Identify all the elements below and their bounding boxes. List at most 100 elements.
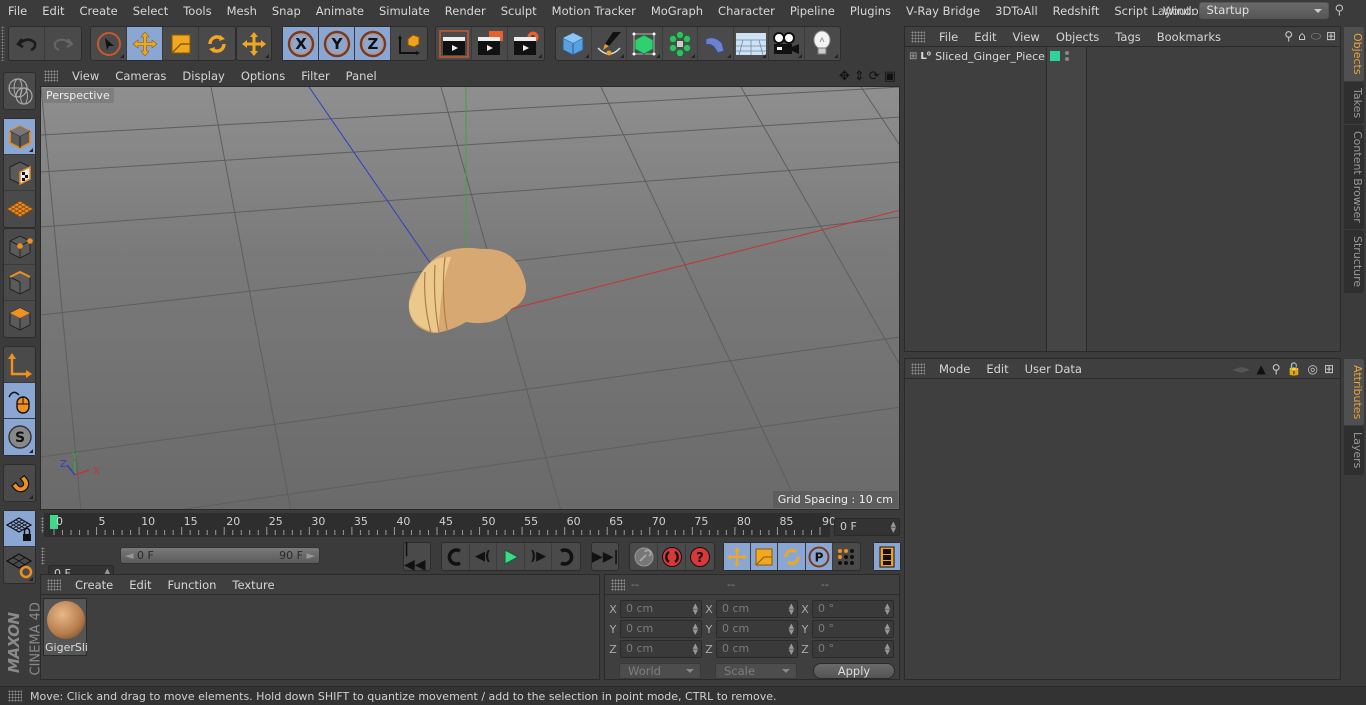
new-window-icon[interactable]: ⊞ — [1324, 362, 1334, 376]
rotation-y-field[interactable]: 0 ° ▲ ▼ — [812, 620, 894, 638]
side-tab-objects[interactable]: Objects — [1344, 27, 1364, 81]
planar-workplane-button[interactable] — [4, 547, 35, 583]
new-window-icon[interactable]: ⊞ — [1326, 29, 1336, 44]
rotate-view-icon[interactable]: ⟳ — [869, 69, 880, 84]
undo-button[interactable] — [9, 27, 45, 60]
locked-workplane-button[interactable] — [4, 511, 35, 547]
sliced-ginger-object[interactable] — [408, 247, 527, 334]
lock-icon[interactable]: 🔓 — [1287, 362, 1302, 376]
material-menu-texture[interactable]: Texture — [224, 578, 282, 592]
play-button[interactable] — [497, 543, 525, 570]
object-row[interactable]: ⊞ L⁰ Sliced_Ginger_Piece — [905, 47, 1046, 65]
material-menu-edit[interactable]: Edit — [121, 578, 159, 592]
deformer-button[interactable] — [698, 27, 734, 60]
up-arrow-icon[interactable]: ▲ — [1256, 362, 1265, 376]
menu-redshift[interactable]: Redshift — [1045, 4, 1107, 18]
redo-button[interactable] — [45, 27, 81, 60]
size-x-field[interactable]: 0 cm ▲ ▼ — [716, 600, 798, 618]
light-button[interactable] — [805, 27, 840, 60]
attributes-menu-user-data[interactable]: User Data — [1017, 362, 1090, 376]
layer-icon[interactable]: ⬭ — [1311, 29, 1321, 44]
previous-key-button[interactable] — [442, 543, 470, 570]
position-x-field[interactable]: 0 cm ▲ ▼ — [620, 600, 702, 618]
material-menu-function[interactable]: Function — [160, 578, 225, 592]
points-mode-button[interactable] — [4, 229, 35, 265]
enable-axis-button[interactable] — [4, 347, 35, 383]
move-tool-button[interactable] — [127, 27, 163, 60]
search-icon[interactable]: ⚲ — [1272, 362, 1281, 376]
record-keys-button[interactable] — [630, 543, 658, 570]
objects-menu-edit[interactable]: Edit — [966, 30, 1004, 44]
live-selection-button[interactable] — [91, 27, 127, 60]
menu-tools[interactable]: Tools — [175, 4, 218, 18]
viewport-menu-view[interactable]: View — [64, 69, 107, 83]
material-menu-create[interactable]: Create — [67, 578, 121, 592]
layer-color-swatch[interactable] — [1050, 51, 1060, 61]
side-tab-structure[interactable]: Structure — [1344, 229, 1364, 293]
menu-snap[interactable]: Snap — [264, 4, 308, 18]
viewport-menu-cameras[interactable]: Cameras — [107, 69, 174, 83]
search-icon[interactable]: ⚲ — [1334, 3, 1344, 18]
menu-animate[interactable]: Animate — [308, 4, 371, 18]
target-icon[interactable]: ◎ — [1307, 362, 1317, 376]
key-rotation-button[interactable] — [778, 543, 806, 570]
render-view-button[interactable] — [436, 27, 472, 60]
menu-script[interactable]: Script — [1106, 4, 1154, 18]
viewport-perspective[interactable]: Y X Z — [40, 86, 900, 510]
position-z-field[interactable]: 0 cm ▲ ▼ — [620, 640, 702, 658]
size-mode-dropdown[interactable]: Scale — [715, 663, 797, 679]
viewport-menu-display[interactable]: Display — [174, 69, 232, 83]
subdivision-surface-button[interactable] — [627, 27, 663, 60]
menu-motion-tracker[interactable]: Motion Tracker — [544, 4, 643, 18]
current-frame-field[interactable]: 0 F ▲ ▼ — [834, 518, 900, 536]
key-scale-button[interactable] — [751, 543, 779, 570]
workplane-mode-button[interactable] — [4, 191, 35, 227]
viewport-menu-options[interactable]: Options — [233, 69, 293, 83]
snap-button[interactable] — [4, 465, 35, 501]
toolbar-grip[interactable] — [1, 26, 5, 61]
side-tab-content-browser[interactable]: Content Browser — [1344, 124, 1364, 229]
toggle-view-icon[interactable]: ▣ — [884, 69, 896, 84]
side-tab-takes[interactable]: Takes — [1344, 81, 1364, 124]
timeline-window-button[interactable] — [874, 543, 900, 570]
model-mode-button[interactable] — [4, 119, 35, 155]
side-tab-layers[interactable]: Layers — [1344, 426, 1364, 475]
home-icon[interactable]: ⌂ — [1298, 29, 1306, 44]
camera-label[interactable]: Perspective — [42, 88, 114, 103]
autokeying-button[interactable] — [658, 543, 686, 570]
dolly-view-icon[interactable]: ⇕ — [854, 69, 865, 84]
objects-menu-objects[interactable]: Objects — [1048, 30, 1107, 44]
make-editable-button[interactable] — [4, 73, 35, 109]
status-grip[interactable] — [8, 690, 22, 702]
scale-tool-button[interactable] — [163, 27, 199, 60]
next-frame-button[interactable]: )▶ — [525, 543, 553, 570]
coord-grip[interactable] — [611, 578, 625, 591]
key-parameter-button[interactable]: P — [805, 543, 833, 570]
menu-file[interactable]: File — [0, 4, 34, 18]
coordinate-system-button[interactable] — [391, 27, 427, 60]
polygons-mode-button[interactable] — [4, 301, 35, 337]
object-manager-grip[interactable] — [911, 30, 925, 43]
cloner-button[interactable] — [663, 27, 698, 60]
menu-3dtoall[interactable]: 3DToAll — [987, 4, 1045, 18]
viewport-menu-panel[interactable]: Panel — [338, 69, 385, 83]
menu-pipeline[interactable]: Pipeline — [782, 4, 842, 18]
attributes-menu-mode[interactable]: Mode — [931, 362, 978, 376]
expand-icon[interactable]: ⊞ — [909, 51, 917, 62]
menu-render[interactable]: Render — [437, 4, 493, 18]
menu-mesh[interactable]: Mesh — [219, 4, 264, 18]
goto-end-button[interactable]: ▶▶| — [592, 543, 619, 570]
render-picture-viewer-button[interactable] — [472, 27, 508, 60]
camera-button[interactable] — [769, 27, 805, 60]
edges-mode-button[interactable] — [4, 265, 35, 301]
attributes-menu-edit[interactable]: Edit — [978, 362, 1016, 376]
menu-edit[interactable]: Edit — [34, 4, 71, 18]
rotation-z-field[interactable]: 0 ° ▲ ▼ — [812, 640, 894, 658]
next-key-button[interactable] — [552, 543, 580, 570]
viewport-grip[interactable] — [44, 70, 58, 82]
material-grip[interactable] — [47, 578, 61, 591]
coord-system-dropdown[interactable]: World — [619, 663, 701, 679]
menu-sculpt[interactable]: Sculpt — [493, 4, 544, 18]
render-settings-button[interactable] — [508, 27, 544, 60]
apply-button[interactable]: Apply — [813, 663, 895, 679]
